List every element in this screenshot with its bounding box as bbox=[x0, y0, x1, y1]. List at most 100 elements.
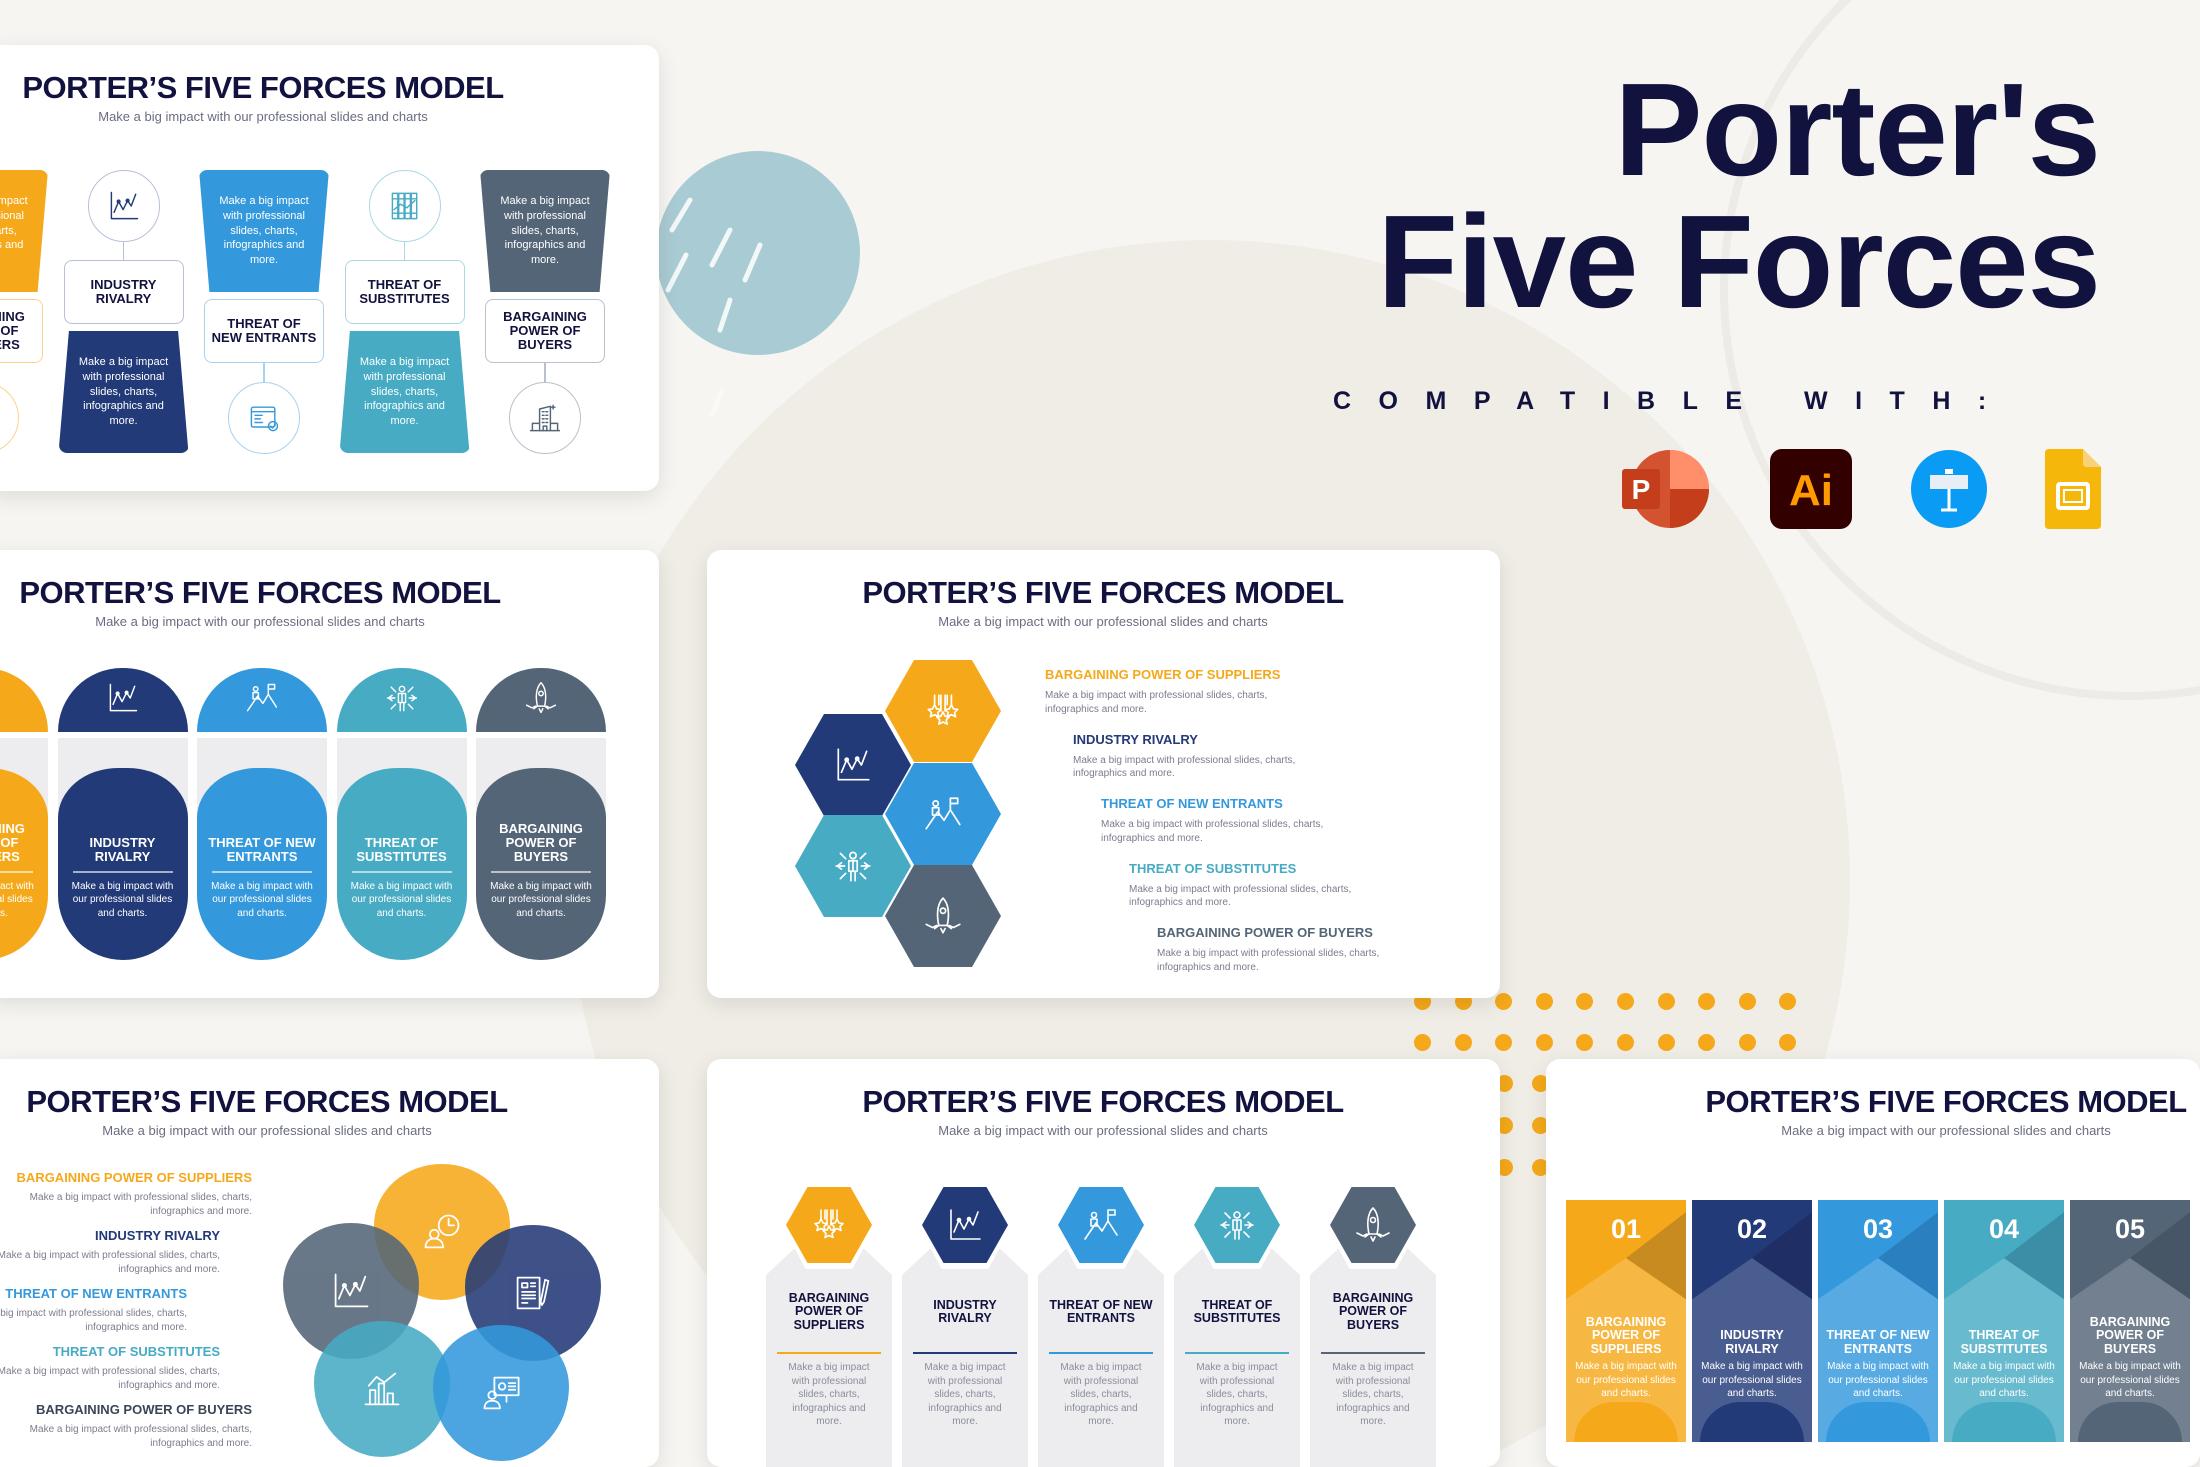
force-label: THREAT OF SUBSTITUTES bbox=[1193, 1297, 1281, 1325]
force-label: BARGAINING POWER OF SUPPLIERS bbox=[0, 820, 25, 864]
hex-column[interactable]: INDUSTRY RIVALRY Make a big impact with p… bbox=[902, 1179, 1028, 1467]
column-number: 01 bbox=[1610, 1214, 1642, 1244]
numbered-column[interactable]: 04 THREAT OF SUBSTITUTES Make a big impact… bbox=[1944, 1200, 2064, 1442]
numbered-column[interactable]: 05 BARGAINING POWER OF BUYERS Make a big i… bbox=[2070, 1200, 2190, 1442]
rocket-icon bbox=[925, 897, 961, 934]
description-text: Make a big impact with professional slid… bbox=[924, 1362, 1006, 1427]
force-heading: BARGAINING POWER OF BUYERS bbox=[36, 1402, 252, 1417]
slide-preview-hexagons[interactable]: PORTER’S FIVE FORCES MODEL Make a big imp… bbox=[707, 550, 1500, 998]
description-panel: Make a big impact with professional slid… bbox=[0, 170, 48, 292]
petal-5 bbox=[433, 1325, 569, 1461]
connector-line bbox=[122, 242, 124, 260]
force-heading: THREAT OF SUBSTITUTES bbox=[1129, 860, 1297, 876]
hex-column[interactable]: THREAT OF SUBSTITUTES Make a big impact w… bbox=[1174, 1179, 1300, 1467]
numbered-column[interactable]: 03 THREAT OF NEW ENTRANTS Make a big impac… bbox=[1818, 1200, 1938, 1442]
capsule-column[interactable]: INDUSTRY RIVALRY Make a big impact with o… bbox=[57, 668, 188, 968]
description-text: Make a big impact with professional slid… bbox=[1196, 1362, 1278, 1427]
medals-icon bbox=[814, 1209, 844, 1239]
label-wrap: INDUSTRY RIVALRY bbox=[1697, 1288, 1807, 1356]
medals-icon bbox=[0, 680, 1, 716]
capsule-top bbox=[0, 668, 48, 732]
divider bbox=[777, 1352, 881, 1354]
slide-title: PORTER’S FIVE FORCES MODEL bbox=[19, 575, 501, 610]
force-heading: BARGAINING POWER OF BUYERS bbox=[1157, 925, 1373, 940]
pillar-column[interactable]: Make a big impact with professional slid… bbox=[194, 45, 334, 491]
decor-dot bbox=[1535, 1034, 1553, 1051]
mountain-flag-icon bbox=[1084, 1209, 1118, 1240]
slide-preview-numbered-columns[interactable]: PORTER’S FIVE FORCES MODEL Make a big imp… bbox=[1546, 1059, 2200, 1467]
description-panel: Make a big impact with professional slid… bbox=[480, 170, 610, 292]
slide-preview-capsules[interactable]: PORTER’S FIVE FORCES MODEL Make a big imp… bbox=[0, 550, 659, 998]
description-text: Make a big impact with professional slid… bbox=[29, 1424, 252, 1449]
description-text: Make a big impact with professional slid… bbox=[359, 355, 450, 428]
rocket-icon bbox=[1356, 1207, 1390, 1242]
slide-preview-pillars[interactable]: PORTER’S FIVE FORCES MODEL Make a big imp… bbox=[0, 45, 659, 491]
description-text: Make a big impact with our professional … bbox=[0, 880, 34, 919]
numbered-column[interactable]: 02 INDUSTRY RIVALRY Make a big impact with… bbox=[1692, 1200, 1812, 1442]
pillar-column[interactable]: Make a big impact with professional slid… bbox=[0, 45, 53, 491]
description-text: Make a big impact with professional slid… bbox=[78, 355, 169, 428]
pillar-column[interactable]: THREAT OF SUBSTITUTES Make a big impact w… bbox=[335, 45, 475, 491]
description-text: Make a big impact with professional slid… bbox=[29, 1192, 252, 1217]
slide-title: PORTER’S FIVE FORCES MODEL bbox=[26, 1084, 508, 1119]
description-text: Make a big impact with professional slid… bbox=[1060, 1362, 1142, 1427]
description-text: Make a big impact with our professional … bbox=[71, 880, 174, 919]
force-label: THREAT OF NEW ENTRANTS bbox=[208, 834, 316, 864]
force-heading: INDUSTRY RIVALRY bbox=[95, 1228, 220, 1243]
capsule-top bbox=[57, 668, 188, 732]
divider bbox=[72, 871, 173, 873]
force-label: BARGAINING POWER OF SUPPLIERS bbox=[1585, 1314, 1667, 1356]
building-icon bbox=[529, 404, 561, 432]
description-text: Make a big impact with professional slid… bbox=[500, 194, 590, 267]
force-entry: BARGAINING POWER OF BUYERS Make a big imp… bbox=[1157, 925, 1487, 974]
description-text: Make a big impact with our professional … bbox=[1827, 1361, 1929, 1399]
label-wrap: INDUSTRY RIVALRY bbox=[908, 1277, 1022, 1347]
connector-line bbox=[403, 242, 405, 260]
divider bbox=[1185, 1352, 1289, 1354]
description-panel: Make a big impact with professional slid… bbox=[199, 170, 329, 292]
hex-column[interactable]: BARGAINING POWER OF SUPPLIERS Make a big … bbox=[766, 1179, 892, 1467]
description-text: Make a big impact with professional slid… bbox=[788, 1362, 870, 1427]
description-text: Make a big impact with professional slid… bbox=[1045, 690, 1268, 715]
force-entry: THREAT OF NEW ENTRANTS Make a big impact … bbox=[0, 1286, 187, 1334]
capsule-body: THREAT OF NEW ENTRANTS Make a big impact … bbox=[197, 768, 327, 960]
decor-dot bbox=[1617, 1034, 1634, 1051]
description-text: Make a big impact with professional slid… bbox=[219, 194, 309, 267]
slide-subtitle: Make a big impact with our professional … bbox=[102, 1123, 432, 1138]
label-wrap: THREAT OF NEW ENTRANTS bbox=[1823, 1288, 1933, 1356]
pillar-column[interactable]: INDUSTRY RIVALRY Make a big impact with p… bbox=[54, 45, 194, 491]
line-chart-icon bbox=[110, 191, 138, 220]
browser-check-icon bbox=[250, 406, 279, 432]
force-label: THREAT OF SUBSTITUTES bbox=[359, 276, 450, 306]
mountain-flag-icon bbox=[925, 797, 961, 830]
decor-dot bbox=[1617, 993, 1634, 1010]
people-arrows-icon bbox=[835, 851, 871, 882]
document-pen-icon bbox=[516, 1276, 550, 1310]
force-entry: BARGAINING POWER OF BUYERS Make a big imp… bbox=[0, 1402, 252, 1450]
column-number: 02 bbox=[1736, 1214, 1768, 1244]
label-wrap: BARGAINING POWER OF SUPPLIERS bbox=[1571, 1288, 1681, 1356]
column-number: 05 bbox=[2114, 1214, 2146, 1244]
force-label: BARGAINING POWER OF SUPPLIERS bbox=[0, 308, 25, 353]
numbered-column[interactable]: 01 BARGAINING POWER OF SUPPLIERS Make a bi… bbox=[1566, 1200, 1686, 1442]
line-chart-icon bbox=[109, 683, 137, 712]
connector-line bbox=[263, 363, 265, 382]
hex-column[interactable]: THREAT OF NEW ENTRANTS Make a big impact … bbox=[1038, 1179, 1164, 1467]
bar-chart-icon bbox=[0, 400, 1, 436]
capsule-column[interactable]: BARGAINING POWER OF BUYERS Make a big imp… bbox=[476, 668, 606, 968]
rocket-icon bbox=[525, 681, 557, 714]
capsule-column[interactable]: THREAT OF SUBSTITUTES Make a big impact w… bbox=[336, 668, 467, 968]
slide-subtitle: Make a big impact with our professional … bbox=[95, 614, 425, 629]
label-wrap: THREAT OF SUBSTITUTES bbox=[1180, 1277, 1294, 1347]
capsule-column[interactable]: THREAT OF NEW ENTRANTS Make a big impact … bbox=[197, 668, 327, 968]
connector-line bbox=[544, 363, 546, 382]
description-text: Make a big impact with our professional … bbox=[1701, 1361, 1803, 1399]
pillar-column[interactable]: Make a big impact with professional slid… bbox=[475, 45, 615, 491]
capsule-column[interactable]: BARGAINING POWER OF SUPPLIERS Make a big … bbox=[0, 668, 48, 968]
description-text: Make a big impact with our professional … bbox=[350, 880, 453, 919]
compatible-with-label: COMPATIBLE WITH: bbox=[1333, 387, 2014, 415]
icon-circle bbox=[0, 382, 19, 454]
slide-preview-petals[interactable]: PORTER’S FIVE FORCES MODEL Make a big imp… bbox=[0, 1059, 659, 1467]
slide-preview-hex-columns[interactable]: PORTER’S FIVE FORCES MODEL Make a big imp… bbox=[707, 1059, 1500, 1467]
hex-column[interactable]: BARGAINING POWER OF BUYERS Make a big imp… bbox=[1310, 1179, 1436, 1467]
